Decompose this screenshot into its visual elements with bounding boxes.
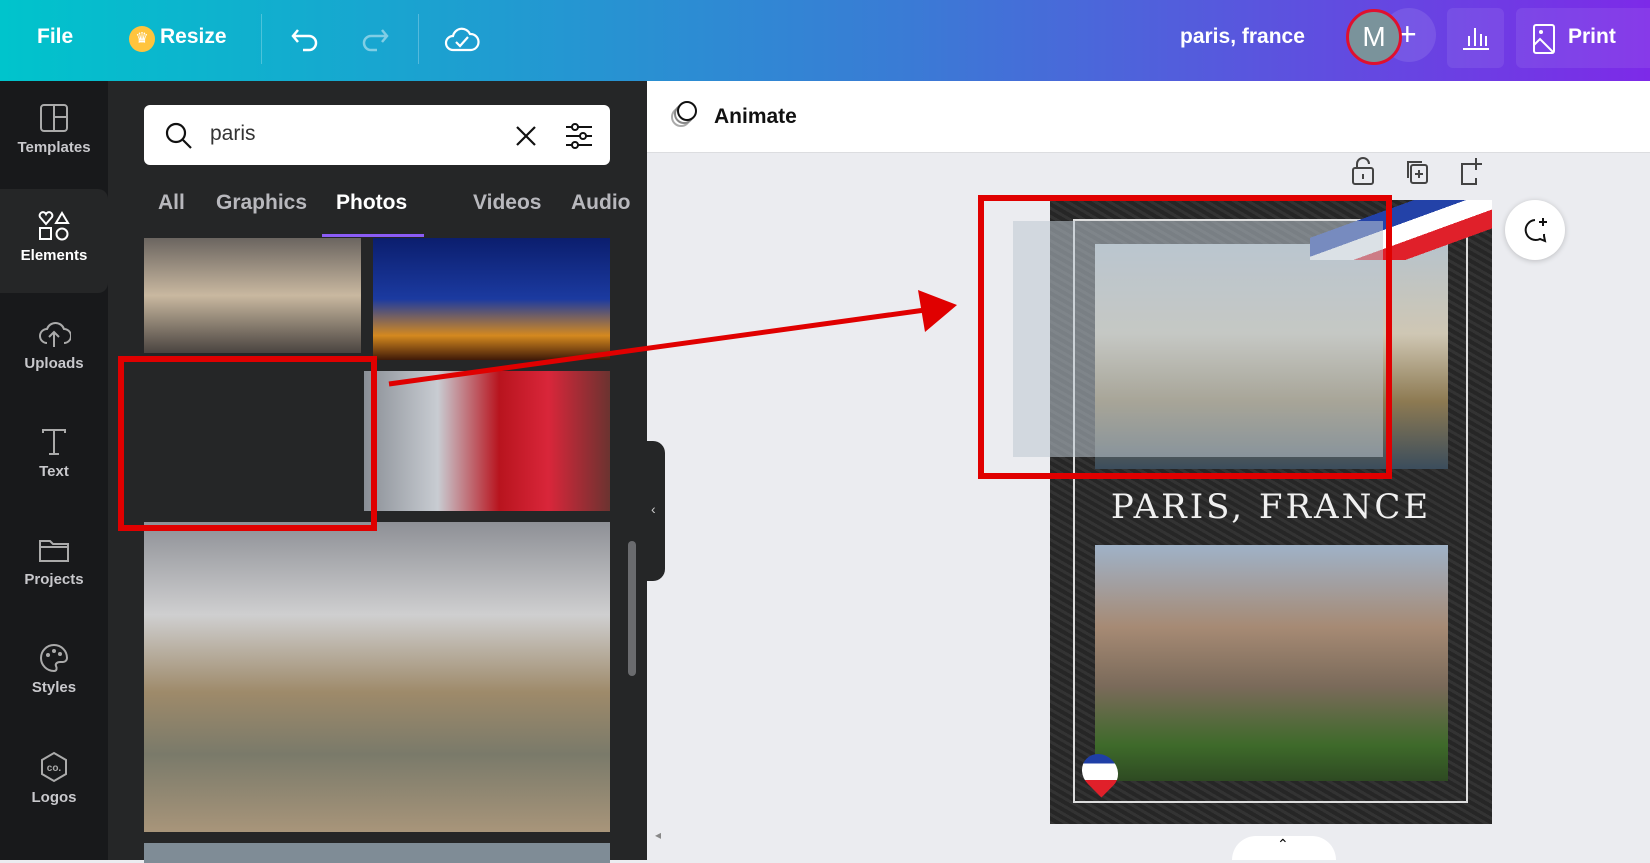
scroll-left-icon[interactable]: ◂	[655, 828, 661, 842]
show-pages-button[interactable]: ⌃	[1232, 836, 1336, 860]
chevron-up-icon: ⌃	[1277, 836, 1289, 852]
annotation-arrow	[388, 290, 957, 387]
